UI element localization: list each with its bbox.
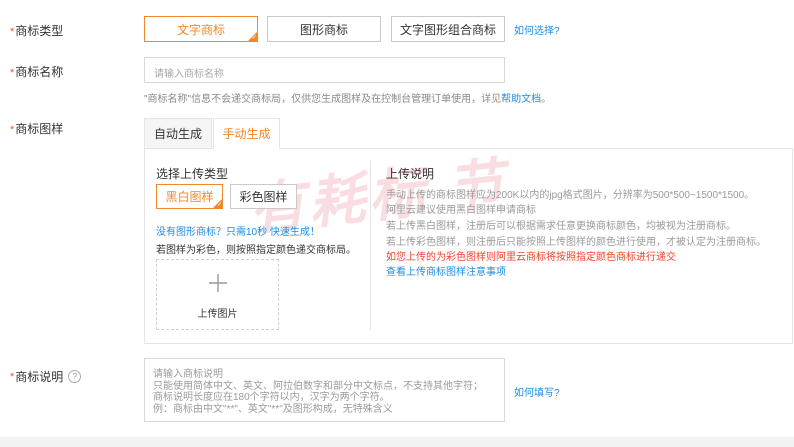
panel-divider	[370, 160, 371, 330]
upload-label: 上传图片	[197, 309, 238, 320]
tab-manual-generate[interactable]: 手动生成	[213, 118, 280, 149]
color-warning: 如您上传的为彩色图样则阿里云商标将按照指定颜色商标进行递交	[386, 252, 676, 263]
tab-auto-generate[interactable]: 自动生成	[144, 118, 212, 149]
trademark-name-label: *商标名称	[10, 65, 64, 79]
instruction-line-2: 阿里云建议使用黑白图样申请商标	[386, 205, 536, 216]
trademark-image-label: *商标图样	[10, 122, 64, 136]
upload-instructions-title: 上传说明	[386, 167, 435, 181]
upload-type-title: 选择上传类型	[156, 167, 229, 181]
footer-strip	[0, 437, 794, 447]
instruction-line-4: 若上传彩色图样，则注册后只能按照上传图样的颜色进行使用，才被认定为注册商标。	[386, 237, 766, 248]
type-option-combined[interactable]: 文字图形组合商标	[391, 16, 505, 42]
quick-generate-link[interactable]: 没有图形商标？只需10秒 快速生成！	[156, 223, 320, 238]
upload-notes-link[interactable]: 查看上传商标图样注意事项	[386, 263, 506, 278]
help-question-icon[interactable]: ?	[68, 370, 82, 383]
upload-image-box[interactable]: 上传图片	[156, 259, 279, 330]
trademark-desc-label: * 商标说明 ?	[10, 368, 82, 385]
color-option-color[interactable]: 彩色图样	[230, 184, 297, 209]
instruction-line-3: 若上传黑白图样，注册后可以根据需求任意更换商标颜色，均被视为注册商标。	[386, 221, 736, 232]
color-note: 若图样为彩色，则按照指定颜色递交商标局。	[156, 245, 356, 256]
how-to-choose-link[interactable]: 如何选择?	[514, 22, 560, 37]
desc-placeholder: 请输入商标说明 只能使用简体中文、英文、阿拉伯数字和部分中文标点，不支持其他字符…	[153, 369, 483, 415]
trademark-desc-textarea[interactable]: 请输入商标说明 只能使用简体中文、英文、阿拉伯数字和部分中文标点，不支持其他字符…	[144, 358, 505, 422]
trademark-name-note: "商标名称"信息不会递交商标局，仅供您生成图样及在控制台管理订单使用，详见帮助文…	[144, 94, 552, 105]
help-doc-link[interactable]: 帮助文档	[501, 94, 541, 105]
color-option-bw[interactable]: 黑白图样 ✓	[156, 184, 223, 209]
how-to-fill-link[interactable]: 如何填写?	[514, 384, 560, 399]
instruction-line-1: 手动上传的商标图样应为200K以内的jpg格式图片，分辨率为500*500~15…	[386, 190, 755, 201]
plus-icon	[209, 274, 227, 292]
type-option-graphic[interactable]: 图形商标	[267, 16, 381, 42]
checkmark-icon: ✓	[251, 35, 257, 41]
trademark-type-label: *商标类型	[10, 24, 64, 38]
type-option-text[interactable]: 文字商标 ✓	[144, 16, 258, 42]
checkmark-icon: ✓	[216, 202, 222, 208]
trademark-name-input[interactable]: 请输入商标名称	[144, 57, 505, 83]
